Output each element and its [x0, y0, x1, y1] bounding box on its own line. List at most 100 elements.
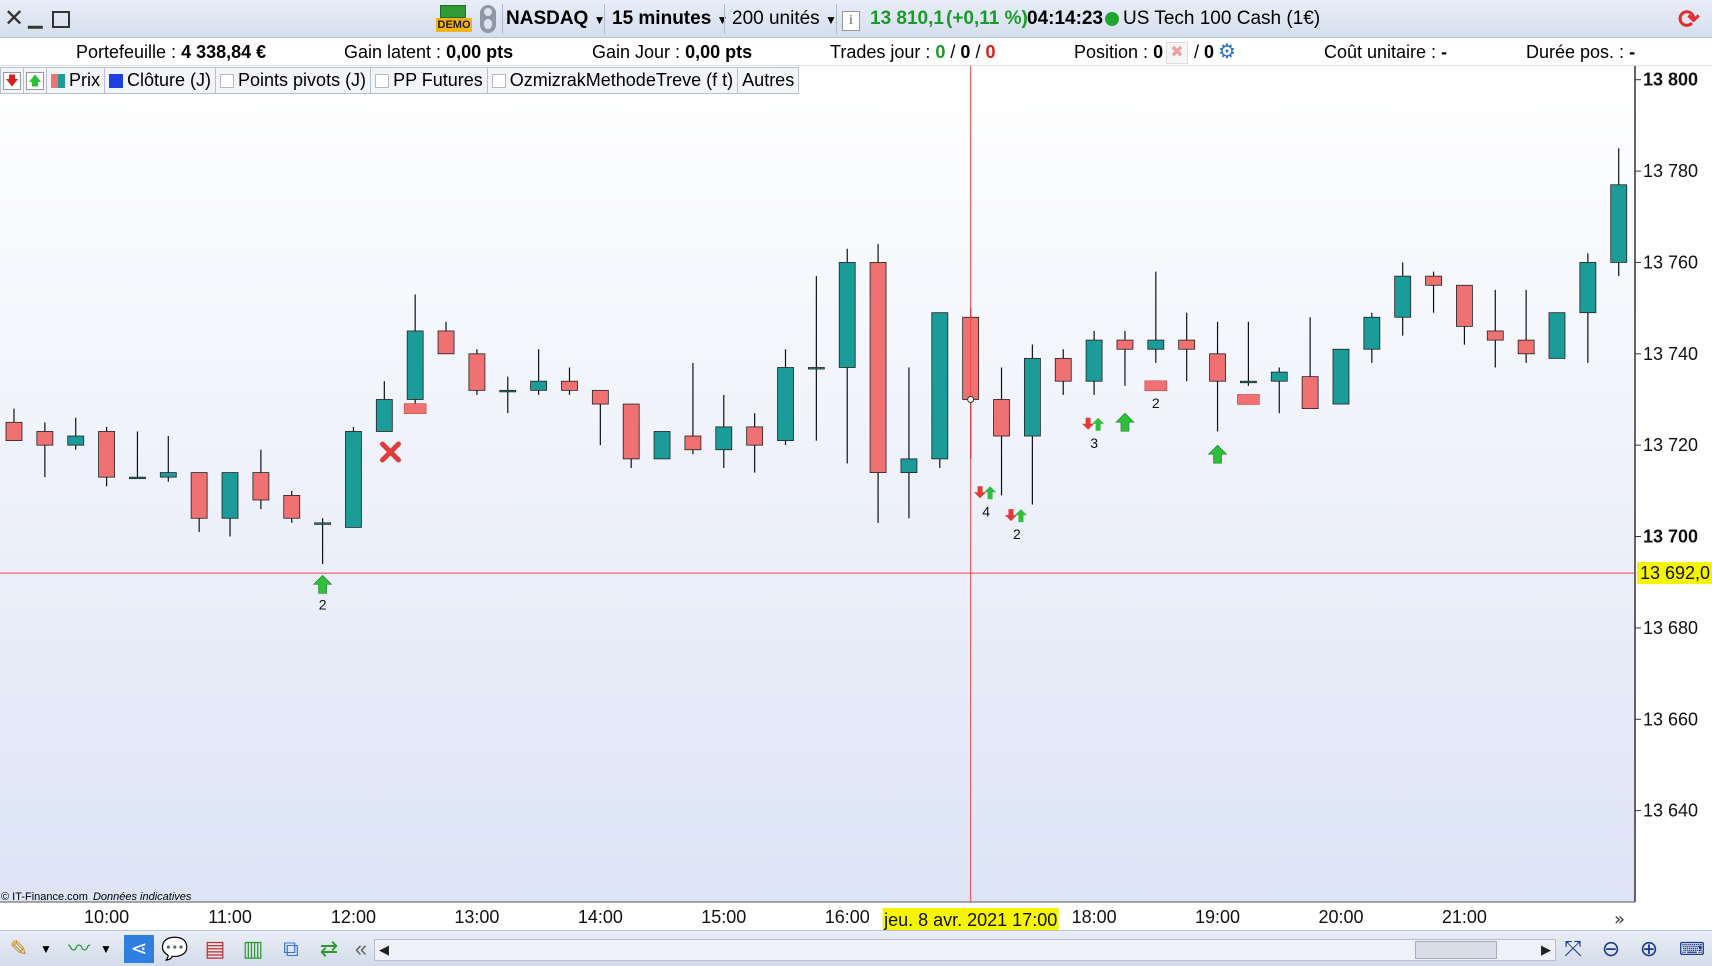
legend-item-cloture[interactable]: Clôture (J): [104, 67, 217, 94]
collapse-left-icon[interactable]: «: [350, 935, 372, 963]
buy-arrow-icon: 🡅: [26, 71, 44, 90]
y-tick-label: 13 680: [1643, 618, 1698, 638]
legend-item-pivots[interactable]: Points pivots (J): [215, 67, 372, 94]
candle-body: [1054, 357, 1072, 382]
x-tick-label: 12:00: [331, 907, 376, 927]
window-chart-icon[interactable]: ⧉: [276, 935, 306, 963]
units-selector[interactable]: 200 unités ▼: [732, 0, 837, 38]
candle-body: [1456, 284, 1473, 327]
trading-icon[interactable]: ⇄: [314, 935, 344, 963]
share-icon[interactable]: ⋖: [124, 935, 154, 963]
price-chart[interactable]: 2 4 2 3 2 13 800 13 780 13 760 13 740 13 720 13 7…: [0, 66, 1712, 930]
scroll-thumb[interactable]: [1415, 941, 1497, 959]
indicators-icon[interactable]: 〰: [64, 935, 94, 963]
legend-item-ozmi[interactable]: OzmizrakMethodeTreve (f t): [486, 67, 739, 94]
y-tick-label: 13 660: [1643, 709, 1698, 729]
candle-body: [1517, 339, 1535, 355]
candle-body: [67, 435, 85, 446]
sell-arrow-icon: 🡇: [3, 71, 21, 90]
chat-icon[interactable]: 💬: [160, 935, 190, 963]
ozmi-swatch: [491, 73, 506, 88]
signal-count-label: 4: [982, 503, 990, 519]
x-tick-label: 13:00: [454, 907, 499, 927]
zoom-fit-icon[interactable]: ⤧: [1558, 935, 1588, 963]
drawing-tools-icon[interactable]: ✎: [4, 935, 34, 963]
candle-body: [530, 380, 548, 391]
prix-swatch: [51, 73, 65, 88]
demo-badge: DEMO: [436, 5, 472, 33]
candle-body: [1240, 380, 1257, 384]
instrument-name: US Tech 100 Cash (1€): [1123, 8, 1321, 29]
x-tick-label: 20:00: [1318, 907, 1363, 927]
x-tick-label: 11:00: [208, 907, 252, 927]
zoom-in-icon[interactable]: ⊕: [1634, 935, 1664, 963]
candle-body: [1610, 184, 1628, 263]
trades-jour: Trades jour : 0 / 0 / 0: [830, 42, 996, 62]
refresh-icon[interactable]: ⟳: [1678, 0, 1708, 38]
candle: [1332, 348, 1350, 405]
legend-item-autres[interactable]: Autres: [737, 67, 800, 94]
legend-autres-label: Autres: [742, 70, 795, 90]
copyright-text: © IT-Finance.com Données indicatives: [1, 891, 192, 903]
pivots-swatch: [220, 73, 235, 88]
position-b: 0: [1204, 42, 1215, 62]
position-a: 0: [1153, 42, 1164, 62]
chevron-down-icon: ▼: [716, 13, 729, 27]
scroll-right-icon[interactable]: »: [1614, 909, 1625, 930]
gain-latent: Gain latent : 0,00 pts: [344, 38, 513, 66]
info-icon[interactable]: i: [842, 0, 862, 38]
duree-value: -: [1629, 42, 1636, 62]
price-value: 13 810,1: [870, 8, 944, 29]
chart-background: [0, 66, 1635, 902]
order-marker: [1237, 394, 1260, 405]
zoom-out-icon[interactable]: ⊖: [1596, 935, 1626, 963]
candle-body: [468, 353, 486, 391]
candle-body: [437, 330, 455, 355]
sell-toggle[interactable]: 🡇: [0, 67, 24, 94]
position-label: Position :: [1074, 42, 1149, 62]
scroll-right-arrow-icon[interactable]: ▶: [1541, 942, 1551, 958]
maximize-icon[interactable]: [50, 0, 70, 38]
x-tick-label: 18:00: [1072, 907, 1117, 927]
cout-label: Coût unitaire :: [1324, 42, 1437, 62]
close-position-icon[interactable]: ✖: [1166, 42, 1188, 64]
candle-body: [746, 426, 764, 446]
legend-item-pp-futures[interactable]: PP Futures: [370, 67, 488, 94]
y-tick-label: 13 640: [1643, 801, 1698, 821]
signal-count-label: 2: [1013, 526, 1021, 542]
keyboard-icon[interactable]: ⌨: [1676, 935, 1708, 963]
candle-body: [375, 399, 393, 432]
candle-body: [1394, 275, 1412, 318]
candle: [622, 403, 640, 469]
lock-icon[interactable]: [478, 0, 498, 38]
candle-body: [715, 426, 733, 451]
chevron-down-icon[interactable]: ▼: [38, 935, 54, 963]
cout-unitaire: Coût unitaire : -: [1324, 38, 1447, 66]
gear-icon[interactable]: ⚙: [1218, 38, 1242, 66]
units-label: 200 unités: [732, 8, 820, 29]
candle-body: [314, 522, 332, 525]
clock-time: 04:14:23: [1027, 8, 1104, 29]
chevron-down-icon[interactable]: ▼: [98, 935, 114, 963]
pp-futures-swatch: [375, 73, 390, 88]
legend-item-prix[interactable]: Prix: [46, 67, 105, 94]
candle: [653, 431, 671, 460]
demo-label: DEMO: [436, 18, 472, 32]
instrument-selector[interactable]: NASDAQ ▼: [506, 0, 606, 38]
horizontal-scrollbar[interactable]: ◀ ▶: [374, 939, 1556, 961]
candle-body: [98, 431, 115, 478]
signal-count-label: 3: [1090, 435, 1098, 451]
close-icon[interactable]: ✕: [4, 0, 26, 38]
candle-body: [1486, 330, 1504, 341]
candle-body: [499, 389, 517, 393]
minimize-icon[interactable]: ▁: [28, 0, 46, 38]
scroll-left-arrow-icon[interactable]: ◀: [379, 942, 389, 958]
report-icon[interactable]: ▤: [200, 935, 230, 963]
crosshair-date-label: jeu. 8 avr. 2021 17:00: [883, 910, 1057, 930]
y-tick-label: 13 740: [1643, 344, 1698, 364]
timeframe-selector[interactable]: 15 minutes ▼: [612, 0, 728, 38]
buy-toggle[interactable]: 🡅: [23, 67, 47, 94]
legend-pivots-label: Points pivots (J): [238, 70, 367, 90]
gain-latent-label: Gain latent :: [344, 42, 442, 62]
orderbook-icon[interactable]: ▥: [238, 935, 268, 963]
